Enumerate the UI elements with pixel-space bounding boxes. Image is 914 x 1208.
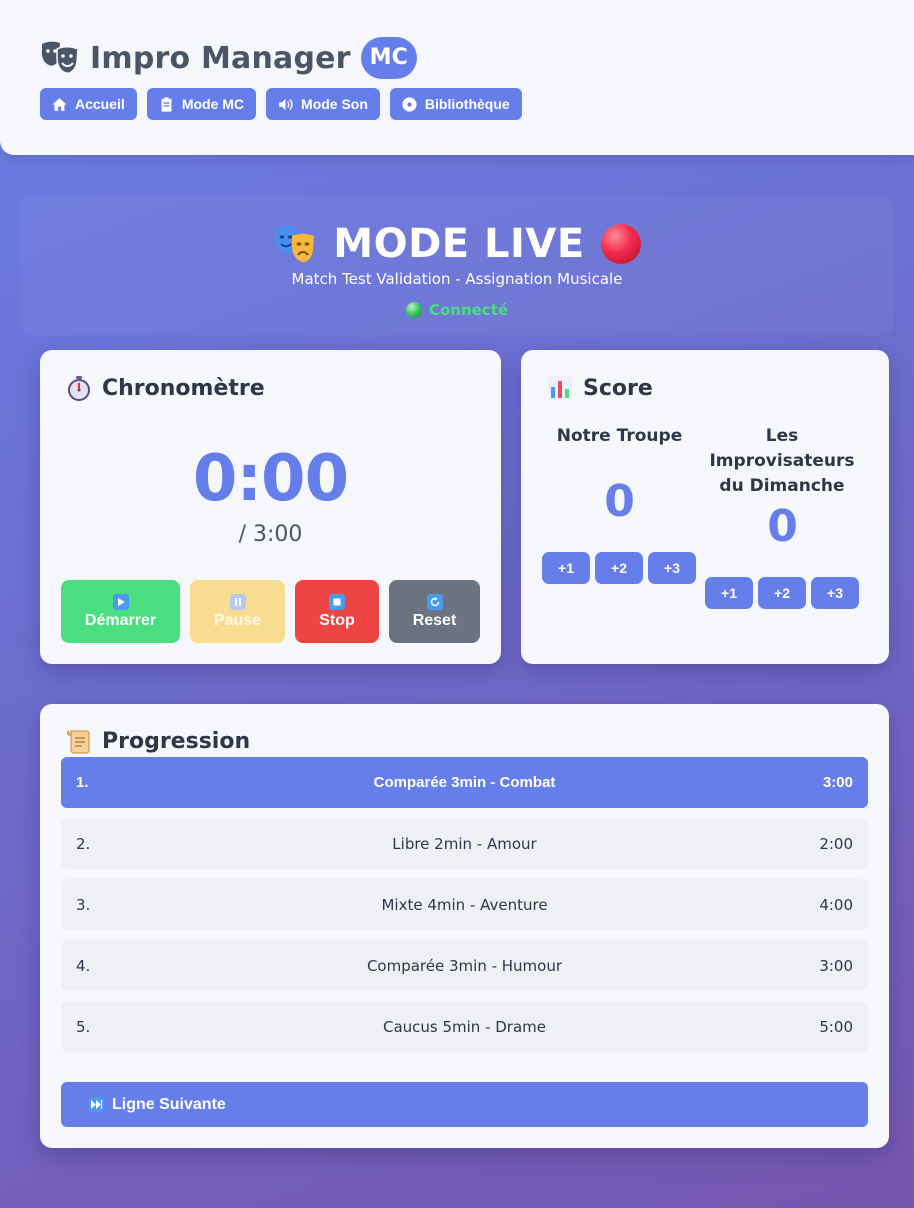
row-name: Mixte 4min - Aventure	[381, 895, 548, 914]
next-track-icon	[89, 1097, 104, 1112]
nav-mode-son-button[interactable]: Mode Son	[266, 88, 380, 120]
row-number: 4.	[76, 956, 91, 975]
timer-display: 0:00	[192, 442, 349, 516]
nav-bibliotheque-button[interactable]: Bibliothèque	[389, 88, 522, 120]
stop-icon	[329, 593, 345, 610]
bar-chart-icon	[548, 376, 572, 400]
nav-label: Mode Son	[301, 96, 368, 112]
score-title-text: Score	[583, 375, 653, 401]
disc-icon	[402, 96, 417, 112]
next-line-label: Ligne Suivante	[112, 1095, 226, 1113]
nav-label: Bibliothèque	[424, 96, 510, 112]
row-number: 5.	[76, 1017, 91, 1036]
theater-masks-icon	[41, 41, 79, 74]
chrono-title: Chronomètre	[66, 375, 265, 401]
row-name: Comparée 3min - Combat	[373, 774, 556, 791]
pause-icon	[229, 593, 246, 610]
team-1-name: Notre Troupe	[556, 426, 683, 446]
row-number: 2.	[76, 834, 91, 853]
home-icon	[52, 97, 67, 111]
row-duration: 5:00	[819, 1017, 853, 1036]
team-2-plus-3-button[interactable]: +3	[811, 577, 859, 609]
live-title: MODE LIVE	[333, 221, 585, 267]
main-nav: Accueil Mode MC Mode Son Bibliothèque	[40, 88, 522, 120]
team-1-score: 0	[604, 476, 635, 527]
nav-label: Accueil	[75, 96, 125, 112]
team-1-plus-1-button[interactable]: +1	[542, 552, 590, 584]
match-subtitle: Match Test Validation - Assignation Musi…	[291, 270, 623, 288]
row-duration: 2:00	[819, 834, 853, 853]
team-1-plus-2-button[interactable]: +2	[595, 552, 643, 584]
app-title: Impro Manager	[90, 40, 351, 76]
score-card: Score Notre Troupe 0 +1 +2 +3 Les Improv…	[521, 350, 889, 664]
scroll-icon	[67, 730, 90, 754]
team-2-name: Les Improvisateurs du Dimanche	[709, 426, 855, 496]
progression-card: Progression 1. Comparée 3min - Combat 3:…	[40, 704, 889, 1148]
progression-row-5[interactable]: 5. Caucus 5min - Drame 5:00	[61, 1001, 868, 1052]
progression-row-3[interactable]: 3. Mixte 4min - Aventure 4:00	[61, 879, 868, 930]
row-duration: 3:00	[819, 956, 853, 975]
reset-label: Reset	[412, 611, 457, 629]
chrono-title-text: Chronomètre	[102, 375, 265, 401]
nav-accueil-button[interactable]: Accueil	[40, 88, 137, 120]
reset-button[interactable]: Reset	[389, 580, 480, 643]
team-2-plus-1-button[interactable]: +1	[705, 577, 753, 609]
pause-button[interactable]: Pause	[190, 580, 285, 643]
speaker-icon	[279, 98, 293, 110]
progression-row-2[interactable]: 2. Libre 2min - Amour 2:00	[61, 818, 868, 869]
team-1-plus-3-button[interactable]: +3	[648, 552, 696, 584]
stop-label: Stop	[319, 611, 355, 629]
row-duration: 4:00	[819, 895, 853, 914]
stopwatch-icon	[68, 376, 90, 401]
mode-badge: MC	[360, 37, 417, 79]
team-2-score: 0	[767, 501, 798, 552]
chrono-card: Chronomètre 0:00 / 3:00 Démarrer Pause S…	[40, 350, 501, 664]
row-name: Libre 2min - Amour	[392, 834, 537, 853]
play-icon	[112, 593, 129, 610]
timer-total: / 3:00	[238, 522, 303, 547]
next-line-button[interactable]: Ligne Suivante	[61, 1082, 868, 1127]
row-number: 1.	[76, 774, 89, 791]
row-name: Caucus 5min - Drame	[382, 1017, 547, 1036]
connected-dot-icon	[405, 302, 422, 318]
row-number: 3.	[76, 895, 91, 914]
live-indicator-icon	[600, 224, 641, 264]
nav-mode-mc-button[interactable]: Mode MC	[146, 88, 257, 120]
progression-row-4[interactable]: 4. Comparée 3min - Humour 3:00	[61, 940, 868, 991]
progression-row-1[interactable]: 1. Comparée 3min - Combat 3:00	[61, 757, 868, 808]
pause-label: Pause	[213, 611, 262, 629]
performing-arts-icon	[276, 225, 315, 263]
progression-title: Progression	[66, 728, 250, 754]
score-title: Score	[547, 375, 653, 401]
clipboard-icon	[161, 96, 172, 112]
team-2-plus-2-button[interactable]: +2	[758, 577, 806, 609]
stop-button[interactable]: Stop	[295, 580, 379, 643]
progression-title-text: Progression	[102, 728, 251, 754]
refresh-icon	[426, 593, 443, 610]
top-bar: Impro Manager MC Accueil Mode MC Mode So…	[0, 0, 914, 155]
connection-status: Connecté	[0, 301, 914, 319]
row-name: Comparée 3min - Humour	[366, 956, 563, 975]
start-label: Démarrer	[84, 611, 157, 629]
brand: Impro Manager MC	[40, 36, 417, 80]
nav-label: Mode MC	[181, 96, 245, 112]
connection-label: Connecté	[428, 301, 509, 319]
live-title-row: MODE LIVE	[0, 218, 914, 270]
start-button[interactable]: Démarrer	[61, 580, 180, 643]
row-duration: 3:00	[822, 774, 853, 791]
